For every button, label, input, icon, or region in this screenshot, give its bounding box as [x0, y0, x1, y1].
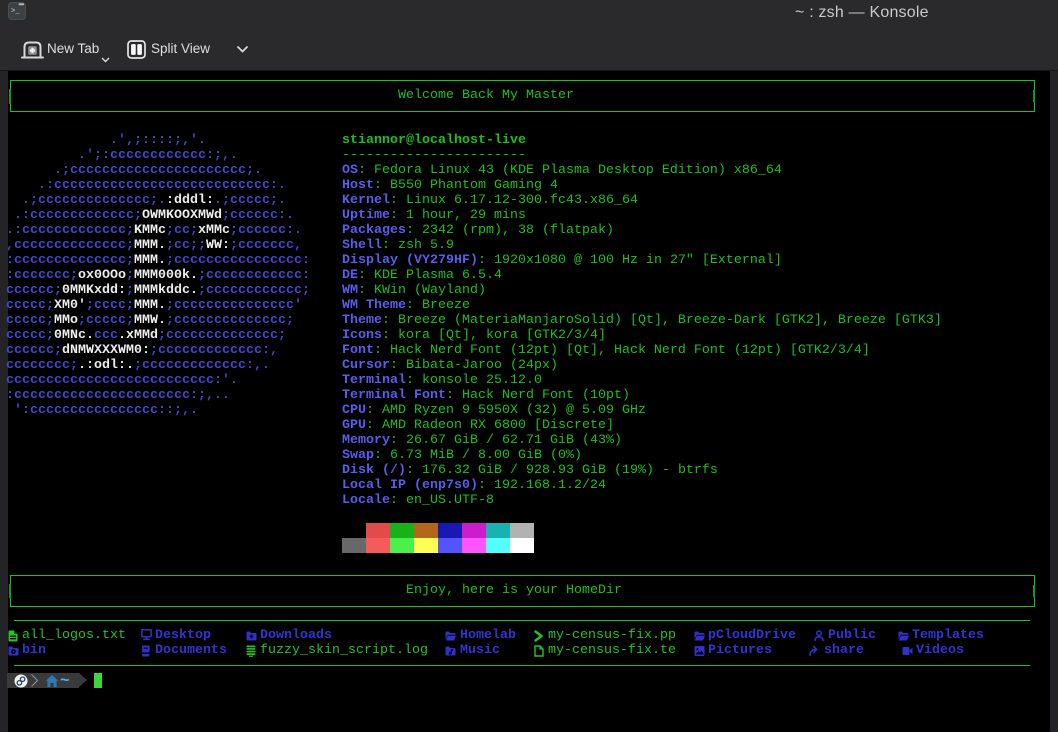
- svg-text:>_: >_: [11, 8, 20, 16]
